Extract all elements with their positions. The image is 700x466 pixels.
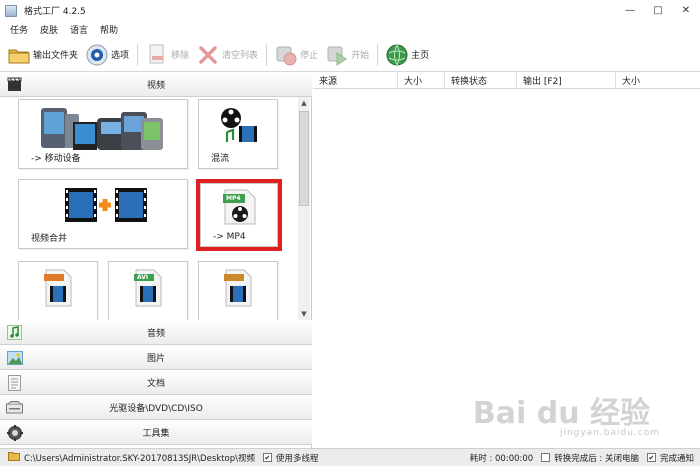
tools-gear-icon bbox=[6, 424, 23, 441]
title-bar: 格式工厂 4.2.5 — □ ✕ bbox=[0, 0, 700, 21]
disc-drive-icon bbox=[6, 399, 23, 416]
mobile-devices-icon bbox=[39, 104, 169, 155]
category-tools[interactable]: 工具集 bbox=[0, 420, 312, 445]
category-audio[interactable]: 音频 bbox=[0, 320, 312, 345]
stop-label: 停止 bbox=[300, 51, 319, 61]
baidu-watermark-url: jingyan.baidu.com bbox=[559, 428, 660, 438]
notify-label: 完成通知 bbox=[659, 453, 694, 464]
elapsed-time: 耗时 : 00:00:00 bbox=[469, 453, 534, 464]
options-label: 选项 bbox=[111, 51, 130, 61]
category-image-label: 图片 bbox=[146, 353, 165, 364]
clear-list-button[interactable]: 清空列表 bbox=[197, 40, 258, 70]
avi-badge: AVI bbox=[137, 274, 149, 281]
category-video-header[interactable]: 视频 bbox=[0, 72, 312, 97]
column-status[interactable]: 转换状态 bbox=[445, 72, 517, 88]
video-file-icon-3 bbox=[223, 268, 253, 311]
mix-media-icon bbox=[219, 106, 261, 147]
after-convert-label: 转换完成后 : 关闭电脑 bbox=[554, 453, 639, 464]
options-gear-icon bbox=[86, 44, 108, 66]
menu-task[interactable]: 任务 bbox=[10, 23, 28, 36]
video-file-icon bbox=[43, 268, 73, 311]
format-tile-avi[interactable]: AVI bbox=[108, 261, 188, 320]
output-folder-small-icon[interactable] bbox=[8, 451, 20, 464]
home-label: 主页 bbox=[411, 51, 430, 61]
menu-language[interactable]: 语言 bbox=[70, 23, 88, 36]
remove-button[interactable]: 移除 bbox=[146, 40, 189, 70]
minimize-button[interactable]: — bbox=[616, 0, 644, 20]
to-mp4-tile[interactable]: MP4 -> MP4 bbox=[196, 179, 282, 251]
mobile-device-tile[interactable]: -> 移动设备 bbox=[18, 99, 188, 169]
column-output[interactable]: 输出 [F2] bbox=[517, 72, 616, 88]
picture-icon bbox=[6, 349, 23, 366]
toolbar: 输出文件夹 选项 移除 清空列表 停止 开始 主页 bbox=[0, 38, 700, 72]
category-video-label: 视频 bbox=[146, 80, 165, 91]
video-function-grid: -> 移动设备 混流 视频合并 MP4 -> MP4 AVI ▲ ▼ bbox=[0, 97, 312, 320]
format-tile-3[interactable] bbox=[198, 261, 278, 320]
folder-icon bbox=[8, 44, 30, 66]
category-image[interactable]: 图片 bbox=[0, 345, 312, 370]
start-button[interactable]: 开始 bbox=[326, 40, 369, 70]
globe-home-icon bbox=[386, 44, 408, 66]
output-folder-label: 输出文件夹 bbox=[33, 51, 79, 61]
video-clapper-icon bbox=[6, 76, 23, 93]
video-scrollbar[interactable]: ▲ ▼ bbox=[298, 97, 310, 320]
notify-checkbox[interactable]: ✔ bbox=[646, 453, 656, 462]
menu-bar: 任务 皮肤 语言 帮助 bbox=[0, 21, 700, 38]
toolbar-separator-3 bbox=[377, 43, 379, 66]
scroll-up-arrow-icon[interactable]: ▲ bbox=[298, 97, 310, 109]
start-label: 开始 bbox=[351, 51, 370, 61]
menu-skin[interactable]: 皮肤 bbox=[40, 23, 58, 36]
column-source[interactable]: 来源 bbox=[313, 72, 398, 88]
document-icon bbox=[6, 374, 23, 391]
home-button[interactable]: 主页 bbox=[386, 40, 429, 70]
clear-list-label: 清空列表 bbox=[222, 51, 259, 61]
music-note-icon bbox=[6, 324, 23, 341]
menu-help[interactable]: 帮助 bbox=[100, 23, 118, 36]
multithread-label: 使用多线程 bbox=[275, 453, 319, 464]
category-audio-label: 音频 bbox=[146, 328, 165, 339]
category-tools-label: 工具集 bbox=[142, 428, 170, 439]
toolbar-separator bbox=[137, 43, 139, 66]
options-button[interactable]: 选项 bbox=[86, 40, 129, 70]
scroll-thumb[interactable] bbox=[299, 111, 309, 206]
task-table-header: 来源 大小 转换状态 输出 [F2] 大小 bbox=[313, 72, 700, 89]
to-mp4-label: -> MP4 bbox=[213, 232, 246, 242]
output-path[interactable]: C:\Users\Administrator.SKY-20170813SJR\D… bbox=[24, 452, 255, 464]
output-folder-button[interactable]: 输出文件夹 bbox=[8, 40, 78, 70]
remove-label: 移除 bbox=[171, 51, 190, 61]
category-document-label: 文档 bbox=[146, 378, 165, 389]
mobile-device-label: -> 移动设备 bbox=[31, 154, 81, 164]
stop-icon bbox=[275, 44, 297, 66]
format-tile-1[interactable] bbox=[18, 261, 98, 320]
baidu-watermark: Bai du 经验 bbox=[472, 396, 650, 431]
after-convert-checkbox[interactable] bbox=[541, 453, 551, 462]
category-disc[interactable]: 光驱设备\DVD\CD\ISO bbox=[0, 395, 312, 420]
window-title: 格式工厂 4.2.5 bbox=[24, 7, 86, 17]
column-size[interactable]: 大小 bbox=[398, 72, 445, 88]
video-merge-label: 视频合并 bbox=[31, 234, 68, 244]
category-list: 音频 图片 文档 光驱设备\DVD\CD\ISO 工具集 bbox=[0, 320, 312, 445]
column-output-size[interactable]: 大小 bbox=[616, 72, 700, 88]
start-icon bbox=[326, 44, 348, 66]
category-disc-label: 光驱设备\DVD\CD\ISO bbox=[109, 403, 203, 414]
remove-document-icon bbox=[146, 44, 168, 66]
close-button[interactable]: ✕ bbox=[672, 0, 700, 20]
mix-tile[interactable]: 混流 bbox=[198, 99, 278, 169]
function-panel: 视频 -> 移动设备 混流 视频合并 MP4 -> MP4 AVI ▲ ▼ 音频… bbox=[0, 72, 312, 448]
app-icon bbox=[5, 4, 17, 17]
stop-button[interactable]: 停止 bbox=[275, 40, 318, 70]
video-merge-icon bbox=[63, 186, 149, 227]
scroll-down-arrow-icon[interactable]: ▼ bbox=[298, 308, 310, 320]
window-controls: — □ ✕ bbox=[616, 0, 700, 20]
toolbar-separator-2 bbox=[266, 43, 268, 66]
mp4-badge: MP4 bbox=[226, 195, 241, 202]
status-bar: C:\Users\Administrator.SKY-20170813SJR\D… bbox=[0, 448, 700, 466]
multithread-checkbox[interactable]: ✔ bbox=[262, 453, 272, 462]
clear-x-icon bbox=[197, 44, 219, 66]
video-merge-tile[interactable]: 视频合并 bbox=[18, 179, 188, 249]
category-document[interactable]: 文档 bbox=[0, 370, 312, 395]
maximize-button[interactable]: □ bbox=[644, 0, 672, 20]
mix-label: 混流 bbox=[211, 154, 230, 164]
